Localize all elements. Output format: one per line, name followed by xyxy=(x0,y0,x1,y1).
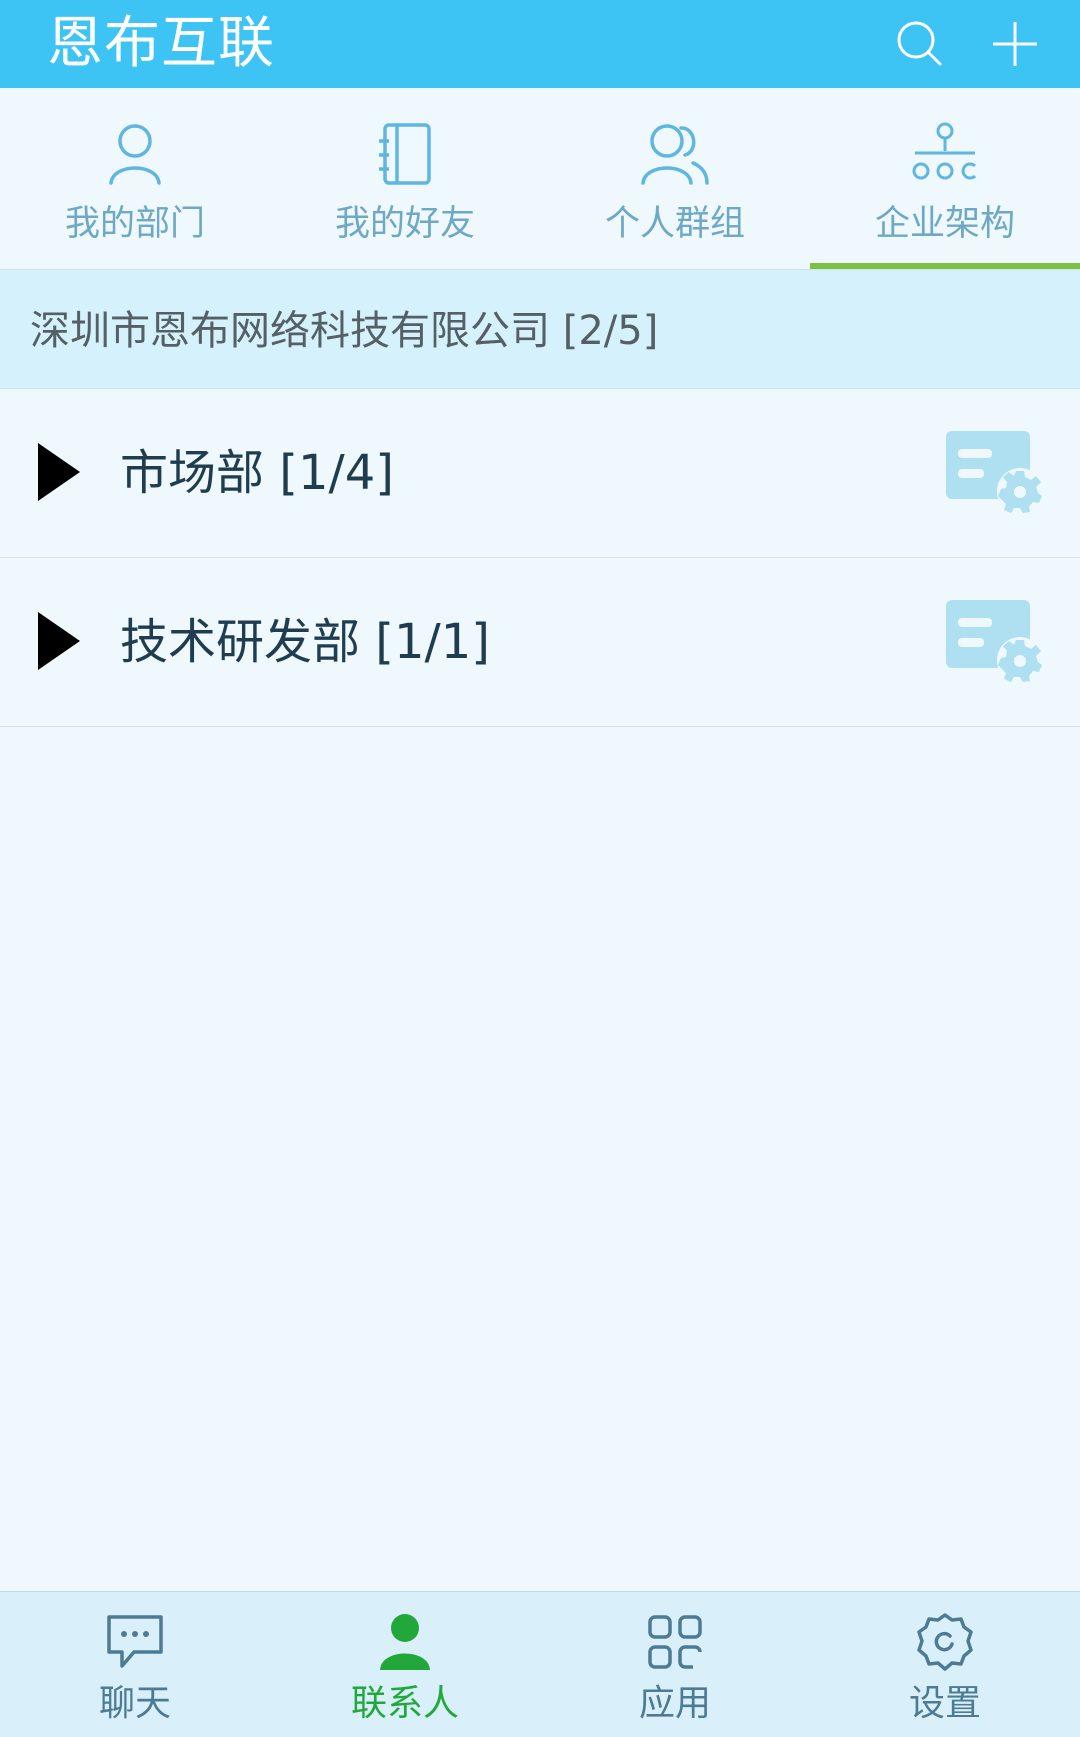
department-name: 技术研发部 [1/1] xyxy=(120,614,490,670)
org-chart-icon xyxy=(905,118,985,190)
company-name: 深圳市恩布网络科技有限公司 [2/5] xyxy=(30,308,659,354)
department-name: 市场部 [1/4] xyxy=(120,445,394,501)
department-row[interactable]: 市场部 [1/4] xyxy=(0,389,1080,558)
nav-label: 联系人 xyxy=(350,1683,459,1724)
tab-label: 我的好友 xyxy=(334,204,475,244)
selected-tab-indicator xyxy=(810,263,1080,269)
settings-icon xyxy=(910,1610,980,1674)
nav-apps[interactable]: 应用 xyxy=(540,1592,810,1737)
nav-label: 聊天 xyxy=(98,1683,171,1724)
app-header: 恩布互联 xyxy=(0,0,1080,88)
group-icon xyxy=(635,118,715,190)
bottom-navigation: 聊天 联系人 应用 设置 xyxy=(0,1591,1080,1737)
tab-org-structure[interactable]: 企业架构 xyxy=(810,88,1080,270)
department-manage-button[interactable] xyxy=(944,427,1046,517)
chat-icon xyxy=(100,1610,170,1674)
tab-label: 企业架构 xyxy=(874,204,1015,244)
search-icon xyxy=(897,21,942,66)
department-manage-button[interactable] xyxy=(944,596,1046,686)
tab-my-friends[interactable]: 我的好友 xyxy=(270,88,540,270)
app-title: 恩布互联 xyxy=(47,11,275,76)
person-icon xyxy=(95,118,175,190)
company-header[interactable]: 深圳市恩布网络科技有限公司 [2/5] xyxy=(0,270,1080,389)
contact-book-icon xyxy=(365,118,445,190)
tab-my-department[interactable]: 我的部门 xyxy=(0,88,270,270)
nav-label: 应用 xyxy=(638,1683,711,1724)
add-button[interactable] xyxy=(985,14,1045,74)
nav-label: 设置 xyxy=(908,1683,981,1724)
tab-personal-groups[interactable]: 个人群组 xyxy=(540,88,810,270)
contact-icon xyxy=(370,1610,440,1674)
expand-arrow-icon[interactable] xyxy=(38,443,80,501)
manage-settings-icon xyxy=(946,600,1043,683)
expand-arrow-icon[interactable] xyxy=(38,612,80,670)
plus-icon xyxy=(993,22,1037,66)
tab-label: 我的部门 xyxy=(64,204,205,244)
nav-chat[interactable]: 聊天 xyxy=(0,1592,270,1737)
nav-settings[interactable]: 设置 xyxy=(810,1592,1080,1737)
tab-label: 个人群组 xyxy=(604,204,745,244)
department-row[interactable]: 技术研发部 [1/1] xyxy=(0,558,1080,727)
contact-tabs: 我的部门 我的好友 个人群组 企业架构 xyxy=(0,88,1080,270)
search-button[interactable] xyxy=(890,14,950,74)
apps-icon xyxy=(640,1610,710,1674)
manage-settings-icon xyxy=(946,431,1043,514)
nav-contacts[interactable]: 联系人 xyxy=(270,1592,540,1737)
